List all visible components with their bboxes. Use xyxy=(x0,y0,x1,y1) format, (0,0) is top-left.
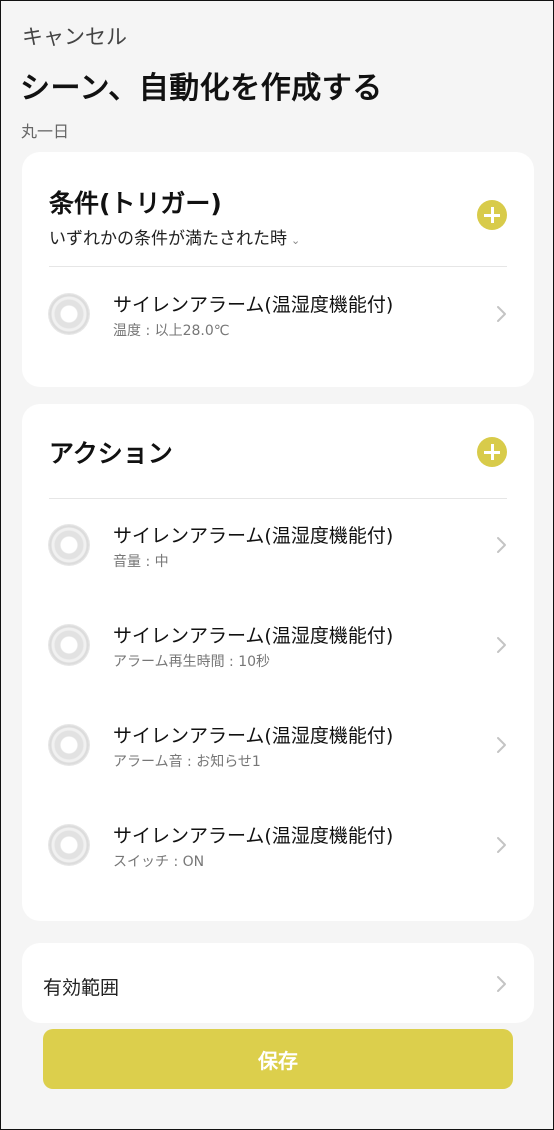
siren-alarm-device-icon xyxy=(49,525,89,565)
action-item[interactable]: サイレンアラーム(温湿度機能付) スイッチ : ON xyxy=(22,811,534,881)
save-button[interactable]: 保存 xyxy=(43,1029,513,1089)
device-name: サイレンアラーム(温湿度機能付) xyxy=(113,525,394,547)
device-name: サイレンアラーム(温湿度機能付) xyxy=(113,725,394,747)
chevron-right-icon xyxy=(497,537,506,553)
siren-alarm-device-icon xyxy=(49,825,89,865)
conditions-title: 条件(トリガー) xyxy=(49,189,222,218)
scope-row[interactable]: 有効範囲 xyxy=(22,943,534,1023)
add-action-button[interactable] xyxy=(477,437,507,467)
condition-detail: 温度 : 以上28.0℃ xyxy=(113,323,230,339)
device-name: サイレンアラーム(温湿度機能付) xyxy=(113,625,394,647)
divider xyxy=(49,498,507,499)
schedule-subtitle: 丸一日 xyxy=(21,122,70,141)
action-item[interactable]: サイレンアラーム(温湿度機能付) 音量 : 中 xyxy=(22,511,534,581)
siren-alarm-device-icon xyxy=(49,625,89,665)
condition-item[interactable]: サイレンアラーム(温湿度機能付) 温度 : 以上28.0℃ xyxy=(22,280,534,350)
action-item[interactable]: サイレンアラーム(温湿度機能付) アラーム音 : お知らせ1 xyxy=(22,711,534,781)
action-detail: アラーム再生時間 : 10秒 xyxy=(113,654,271,670)
add-condition-button[interactable] xyxy=(477,200,507,230)
device-name: サイレンアラーム(温湿度機能付) xyxy=(113,825,394,847)
chevron-right-icon xyxy=(497,976,506,992)
divider xyxy=(49,266,507,267)
condition-mode-selector[interactable]: いずれかの条件が満たされた時 ⌄ xyxy=(49,224,300,249)
conditions-card: 条件(トリガー) いずれかの条件が満たされた時 ⌄ サイレンアラーム(温湿度機能付… xyxy=(22,152,534,387)
action-detail: スイッチ : ON xyxy=(113,854,205,870)
cancel-button[interactable]: キャンセル xyxy=(22,21,127,51)
chevron-right-icon xyxy=(497,306,506,322)
device-name: サイレンアラーム(温湿度機能付) xyxy=(113,294,394,316)
action-item[interactable]: サイレンアラーム(温湿度機能付) アラーム再生時間 : 10秒 xyxy=(22,611,534,681)
page-title: シーン、自動化を作成する xyxy=(20,71,383,106)
chevron-down-icon: ⌄ xyxy=(291,234,301,247)
actions-card: アクション サイレンアラーム(温湿度機能付) 音量 : 中 サイレンアラーム(温… xyxy=(22,404,534,921)
condition-mode-label: いずれかの条件が満たされた時 xyxy=(49,229,287,249)
action-detail: 音量 : 中 xyxy=(113,554,169,570)
chevron-right-icon xyxy=(497,737,506,753)
scope-label: 有効範囲 xyxy=(43,977,120,999)
chevron-right-icon xyxy=(497,837,506,853)
chevron-right-icon xyxy=(497,637,506,653)
actions-title: アクション xyxy=(49,439,173,468)
siren-alarm-device-icon xyxy=(49,294,89,334)
action-detail: アラーム音 : お知らせ1 xyxy=(113,754,261,770)
siren-alarm-device-icon xyxy=(49,725,89,765)
